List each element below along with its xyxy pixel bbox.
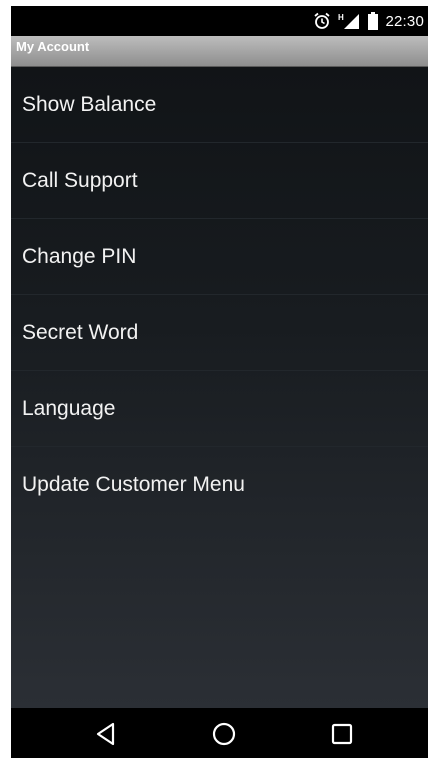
menu-item-label: Change PIN bbox=[22, 245, 137, 268]
signal-icon: H bbox=[338, 13, 360, 29]
menu-item-update-customer-menu[interactable]: Update Customer Menu bbox=[11, 447, 428, 523]
svg-text:H: H bbox=[338, 13, 344, 22]
home-icon[interactable] bbox=[211, 721, 237, 747]
status-icons: H 22:30 bbox=[313, 11, 424, 31]
menu-item-call-support[interactable]: Call Support bbox=[11, 143, 428, 219]
menu-item-label: Show Balance bbox=[22, 93, 157, 116]
menu-item-show-balance[interactable]: Show Balance bbox=[11, 67, 428, 143]
recents-icon[interactable] bbox=[329, 721, 355, 747]
back-icon[interactable] bbox=[93, 721, 119, 747]
menu-item-label: Call Support bbox=[22, 169, 138, 192]
battery-icon bbox=[368, 12, 379, 30]
menu-item-language[interactable]: Language bbox=[11, 371, 428, 447]
menu-item-secret-word[interactable]: Secret Word bbox=[11, 295, 428, 371]
phone-screen: H 22:30 My Account Show Balance Call Sup… bbox=[11, 6, 428, 758]
menu-item-change-pin[interactable]: Change PIN bbox=[11, 219, 428, 295]
status-time: 22:30 bbox=[385, 12, 424, 30]
alarm-icon bbox=[314, 12, 331, 29]
page-title: My Account bbox=[16, 39, 90, 54]
menu-list: Show Balance Call Support Change PIN Sec… bbox=[11, 67, 428, 708]
navigation-bar bbox=[11, 708, 428, 758]
menu-item-label: Update Customer Menu bbox=[22, 473, 245, 496]
menu-item-label: Language bbox=[22, 397, 116, 420]
menu-item-label: Secret Word bbox=[22, 321, 139, 344]
title-bar: My Account bbox=[11, 36, 428, 67]
status-bar: H 22:30 bbox=[11, 6, 428, 36]
